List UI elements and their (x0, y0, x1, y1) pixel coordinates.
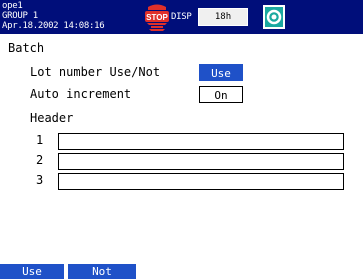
header-3-field[interactable] (58, 173, 344, 190)
status-info: ope1 GROUP 1 Apr.18.2002 14:08:16 (2, 1, 105, 31)
header-2-number: 2 (36, 153, 44, 167)
group-name: GROUP 1 (2, 11, 38, 21)
user-name: ope1 (2, 1, 23, 11)
stop-icon-text: STOP (146, 13, 168, 22)
auto-increment-label: Auto increment (30, 87, 132, 101)
disp-label: DISP (171, 12, 192, 22)
header-section-title: Header (30, 111, 74, 125)
status-bar: ope1 GROUP 1 Apr.18.2002 14:08:16 STOP D… (0, 0, 363, 34)
lot-number-value[interactable]: Use (199, 64, 243, 81)
display-interval: 18h (198, 8, 248, 26)
header-1-field[interactable] (58, 133, 344, 150)
header-3-number: 3 (36, 173, 44, 187)
date-time: Apr.18.2002 14:08:16 (2, 21, 105, 31)
use-softkey[interactable]: Use (0, 264, 66, 279)
not-softkey[interactable]: Not (68, 264, 136, 279)
header-2-field[interactable] (58, 153, 344, 170)
auto-increment-value[interactable]: On (199, 86, 243, 103)
stop-icon: STOP (145, 4, 169, 31)
softkey-bar: Use Not (0, 264, 363, 279)
memory-card-icon (263, 5, 285, 29)
lot-number-label: Lot number Use/Not (30, 65, 161, 79)
header-1-number: 1 (36, 133, 44, 147)
page-title: Batch (8, 41, 45, 55)
